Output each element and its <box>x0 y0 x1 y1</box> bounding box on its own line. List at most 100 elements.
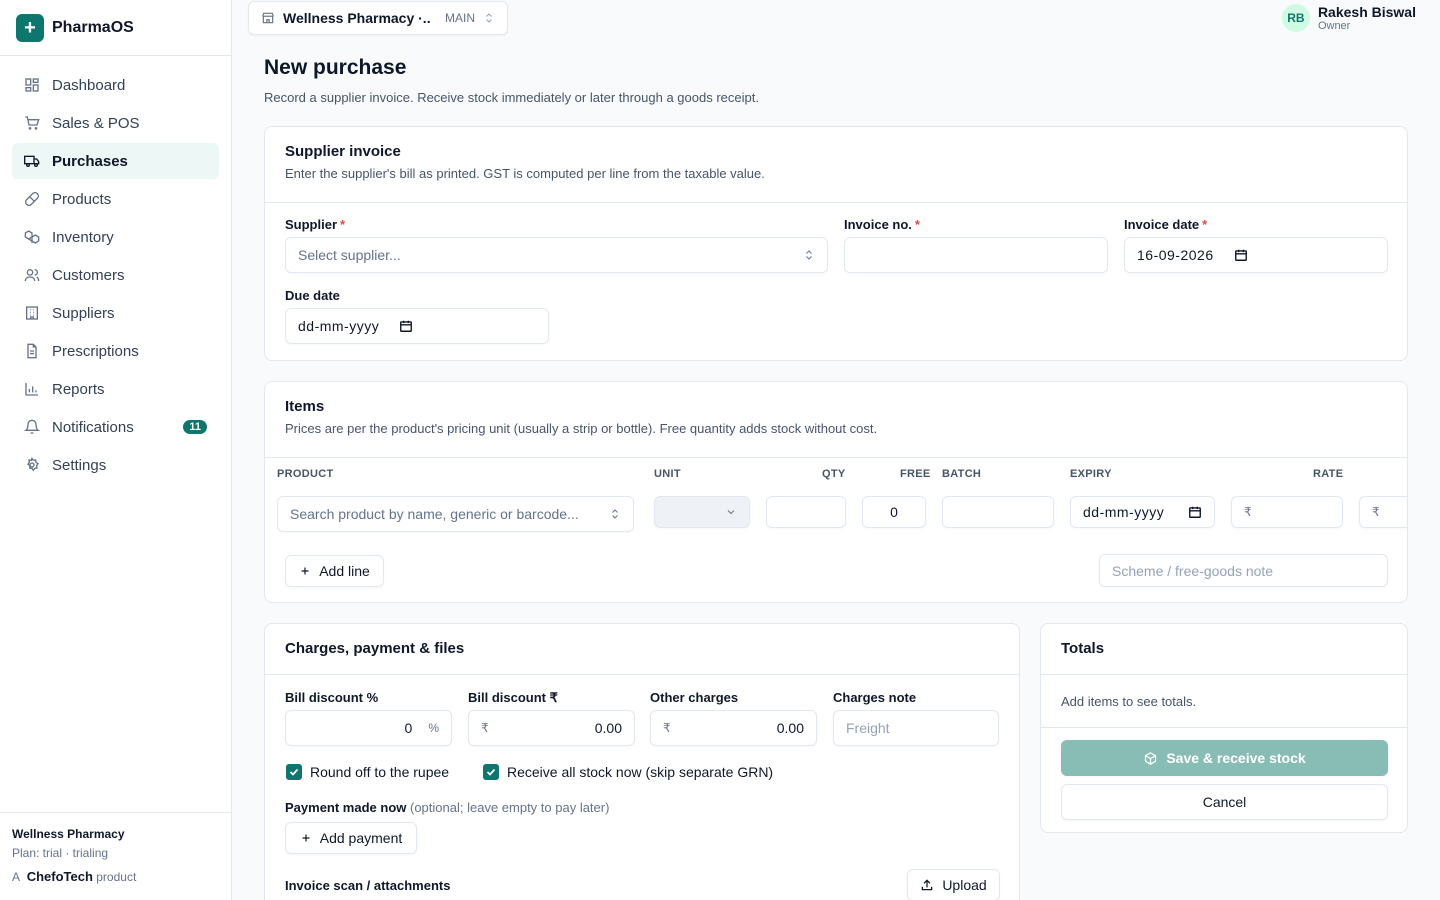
col-header-qty: QTY <box>822 468 846 480</box>
sidebar-item-dashboard[interactable]: Dashboard <box>12 67 219 103</box>
currency-symbol: ₹ <box>1372 505 1380 519</box>
calendar-icon[interactable] <box>399 319 413 333</box>
unit-select[interactable] <box>654 496 750 528</box>
store-switcher[interactable]: Wellness Pharmacy ·... MAIN <box>248 1 508 35</box>
payment-label: Payment made now <box>285 800 407 815</box>
sidebar: + PharmaOS Dashboard Sales & POS Purchases… <box>0 0 232 900</box>
col-header-rate: RATE <box>1313 468 1344 480</box>
bill-discount-pct-label: Bill discount % <box>285 690 379 705</box>
calendar-icon[interactable] <box>1188 505 1202 519</box>
file-icon <box>24 343 40 359</box>
bar-chart-icon <box>24 381 40 397</box>
supplier-select[interactable]: Select supplier... <box>285 237 828 273</box>
invoice-date-label: Invoice date * <box>1124 217 1207 232</box>
store-tag: MAIN <box>445 11 475 25</box>
round-off-checkbox[interactable] <box>286 764 302 780</box>
items-card: Items Prices are per the product's prici… <box>264 381 1408 603</box>
invoice-date-input[interactable]: 16-09-2026 <box>1124 237 1388 273</box>
user-menu[interactable]: RB Rakesh Biswal Owner <box>1281 3 1416 32</box>
sidebar-item-products[interactable]: Products <box>12 181 219 217</box>
required-mark: * <box>1202 217 1208 232</box>
charges-note-placeholder: Freight <box>846 720 890 736</box>
brand[interactable]: + PharmaOS <box>0 0 231 56</box>
other-charges-label: Other charges <box>650 690 739 705</box>
receive-all-checkbox-row[interactable]: Receive all stock now (skip separate GRN… <box>483 764 773 780</box>
qty-input[interactable] <box>766 496 846 528</box>
product-placeholder: Search product by name, generic or barco… <box>290 506 579 522</box>
charges-card: Charges, payment & files Bill discount %… <box>264 623 1020 900</box>
sidebar-item-label: Purchases <box>52 152 128 170</box>
sidebar-item-notifications[interactable]: Notifications 11 <box>12 409 219 445</box>
page-title: New purchase <box>264 56 407 79</box>
card-title: Items <box>285 398 325 415</box>
supplier-invoice-card: Supplier invoice Enter the supplier's bi… <box>264 126 1408 361</box>
round-off-checkbox-row[interactable]: Round off to the rupee <box>286 764 449 780</box>
receive-all-label: Receive all stock now (skip separate GRN… <box>507 764 774 780</box>
supplier-label: Supplier * <box>285 217 345 232</box>
store-name: Wellness Pharmacy ·... <box>283 10 431 26</box>
free-input[interactable]: 0 <box>862 496 926 528</box>
sidebar-item-reports[interactable]: Reports <box>12 371 219 407</box>
col-header-batch: BATCH <box>942 468 982 480</box>
required-mark: * <box>914 217 920 232</box>
invoice-no-input[interactable] <box>844 237 1108 273</box>
calendar-icon[interactable] <box>1234 248 1248 262</box>
other-charges-input[interactable]: ₹ 0.00 <box>650 710 817 746</box>
user-name: Rakesh Biswal <box>1317 3 1416 20</box>
free-value: 0 <box>890 504 898 520</box>
users-icon <box>24 267 40 283</box>
bill-discount-pct-input[interactable]: 0 % <box>285 710 452 746</box>
invoice-date-label-text: Invoice date <box>1124 217 1200 232</box>
add-line-button[interactable]: Add line <box>285 555 384 587</box>
page-subtitle: Record a supplier invoice. Receive stock… <box>264 90 759 105</box>
add-line-label: Add line <box>319 563 370 579</box>
sidebar-item-customers[interactable]: Customers <box>12 257 219 293</box>
bell-icon <box>24 419 40 435</box>
currency-symbol: ₹ <box>1244 505 1252 519</box>
sidebar-nav: Dashboard Sales & POS Purchases Products Inv… <box>0 56 231 483</box>
sidebar-item-label: Products <box>52 190 112 208</box>
product-search[interactable]: Search product by name, generic or barco… <box>277 496 634 532</box>
sidebar-item-sales-pos[interactable]: Sales & POS <box>12 105 219 141</box>
save-receive-button[interactable]: Save & receive stock <box>1061 740 1388 776</box>
card-title: Charges, payment & files <box>285 640 465 657</box>
upload-button[interactable]: Upload <box>907 869 1000 900</box>
plus-icon <box>299 565 311 577</box>
batch-input[interactable] <box>942 496 1054 528</box>
due-date-input[interactable]: dd-mm-yyyy <box>285 308 549 344</box>
plus-icon <box>300 832 312 844</box>
scheme-note-input[interactable]: Scheme / free-goods note <box>1099 554 1388 587</box>
divider <box>265 674 1019 675</box>
credit-suffix: product <box>96 870 137 884</box>
add-payment-button[interactable]: Add payment <box>285 822 417 854</box>
sidebar-item-inventory[interactable]: Inventory <box>12 219 219 255</box>
currency-symbol: ₹ <box>663 721 671 735</box>
sidebar-item-settings[interactable]: Settings <box>12 447 219 483</box>
amount-input[interactable]: ₹ <box>1359 496 1407 528</box>
sidebar-item-label: Notifications <box>52 418 134 436</box>
sidebar-item-suppliers[interactable]: Suppliers <box>12 295 219 331</box>
avatar: RB <box>1281 4 1310 32</box>
rate-input[interactable]: ₹ <box>1231 496 1343 528</box>
scheme-placeholder: Scheme / free-goods note <box>1112 562 1274 579</box>
sidebar-item-label: Prescriptions <box>52 342 139 360</box>
card-title: Totals <box>1061 640 1105 657</box>
pill-icon <box>24 191 40 207</box>
sidebar-item-prescriptions[interactable]: Prescriptions <box>12 333 219 369</box>
payment-heading: Payment made now (optional; leave empty … <box>285 800 609 815</box>
sidebar-item-purchases[interactable]: Purchases <box>12 143 219 179</box>
bill-discount-amt-input[interactable]: ₹ 0.00 <box>468 710 635 746</box>
sidebar-item-label: Settings <box>52 456 107 474</box>
sidebar-item-label: Customers <box>52 266 125 284</box>
charges-note-input[interactable]: Freight <box>833 710 999 746</box>
card-description: Enter the supplier's bill as printed. GS… <box>285 166 765 181</box>
credit-prefix: A <box>12 870 21 884</box>
receive-all-checkbox[interactable] <box>483 764 499 780</box>
chevron-updown-icon <box>483 12 495 24</box>
supplier-placeholder: Select supplier... <box>298 247 401 263</box>
due-date-placeholder: dd-mm-yyyy <box>298 318 380 334</box>
attachments-label: Invoice scan / attachments <box>285 878 451 893</box>
cancel-button[interactable]: Cancel <box>1061 784 1388 820</box>
divider <box>265 457 1407 458</box>
expiry-input[interactable]: dd-mm-yyyy <box>1070 496 1215 528</box>
